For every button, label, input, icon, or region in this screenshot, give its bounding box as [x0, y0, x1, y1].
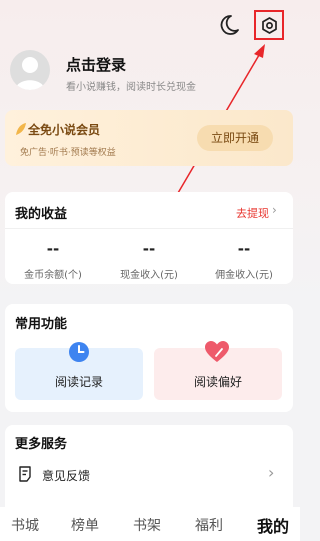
login-title[interactable]: 点击登录 — [66, 54, 126, 75]
chevron-right-icon[interactable]: › — [272, 203, 277, 217]
coin-balance-label: 金币余额(个) — [24, 270, 82, 281]
feedback-item[interactable]: 意见反馈 — [42, 467, 90, 484]
feedback-icon — [19, 466, 31, 482]
common-functions-title: 常用功能 — [15, 317, 68, 332]
earnings-title: 我的收益 — [15, 207, 68, 222]
nav-item-mine[interactable]: 我的 — [248, 513, 298, 537]
nav-item-rankings[interactable]: 榜单 — [60, 515, 110, 535]
heart-icon — [205, 341, 229, 362]
moon-icon[interactable] — [220, 14, 240, 36]
vip-leaf-icon — [16, 123, 26, 135]
commission-income-label: 佣金收入(元) — [215, 270, 273, 281]
vip-subtitle: 免广告·听书·预读等权益 — [20, 148, 116, 158]
login-subtitle: 看小说赚钱，阅读时长兑现金 — [66, 82, 196, 93]
vip-open-button[interactable]: 立即开通 — [197, 125, 273, 151]
cash-income-label: 现金收入(元) — [120, 270, 178, 281]
withdraw-link[interactable]: 去提现 — [236, 205, 269, 221]
nav-item-bookstore[interactable]: 书城 — [0, 515, 50, 535]
coin-balance-value[interactable]: -- — [13, 240, 93, 258]
divider — [5, 228, 293, 229]
chevron-right-icon[interactable]: › — [268, 463, 274, 482]
avatar[interactable] — [10, 50, 50, 90]
reading-history-label: 阅读记录 — [54, 375, 103, 389]
avatar-placeholder-icon — [15, 57, 45, 90]
settings-button[interactable] — [254, 10, 284, 40]
reading-preference-label: 阅读偏好 — [193, 375, 242, 389]
clock-icon — [69, 342, 89, 362]
commission-income-value[interactable]: -- — [204, 240, 284, 258]
settings-gear-icon — [262, 17, 277, 34]
vip-title: 全免小说会员 — [28, 123, 101, 137]
cash-income-value[interactable]: -- — [109, 240, 189, 258]
more-services-title: 更多服务 — [15, 437, 68, 452]
nav-item-welfare[interactable]: 福利 — [184, 515, 234, 535]
nav-item-bookshelf[interactable]: 书架 — [122, 515, 172, 535]
